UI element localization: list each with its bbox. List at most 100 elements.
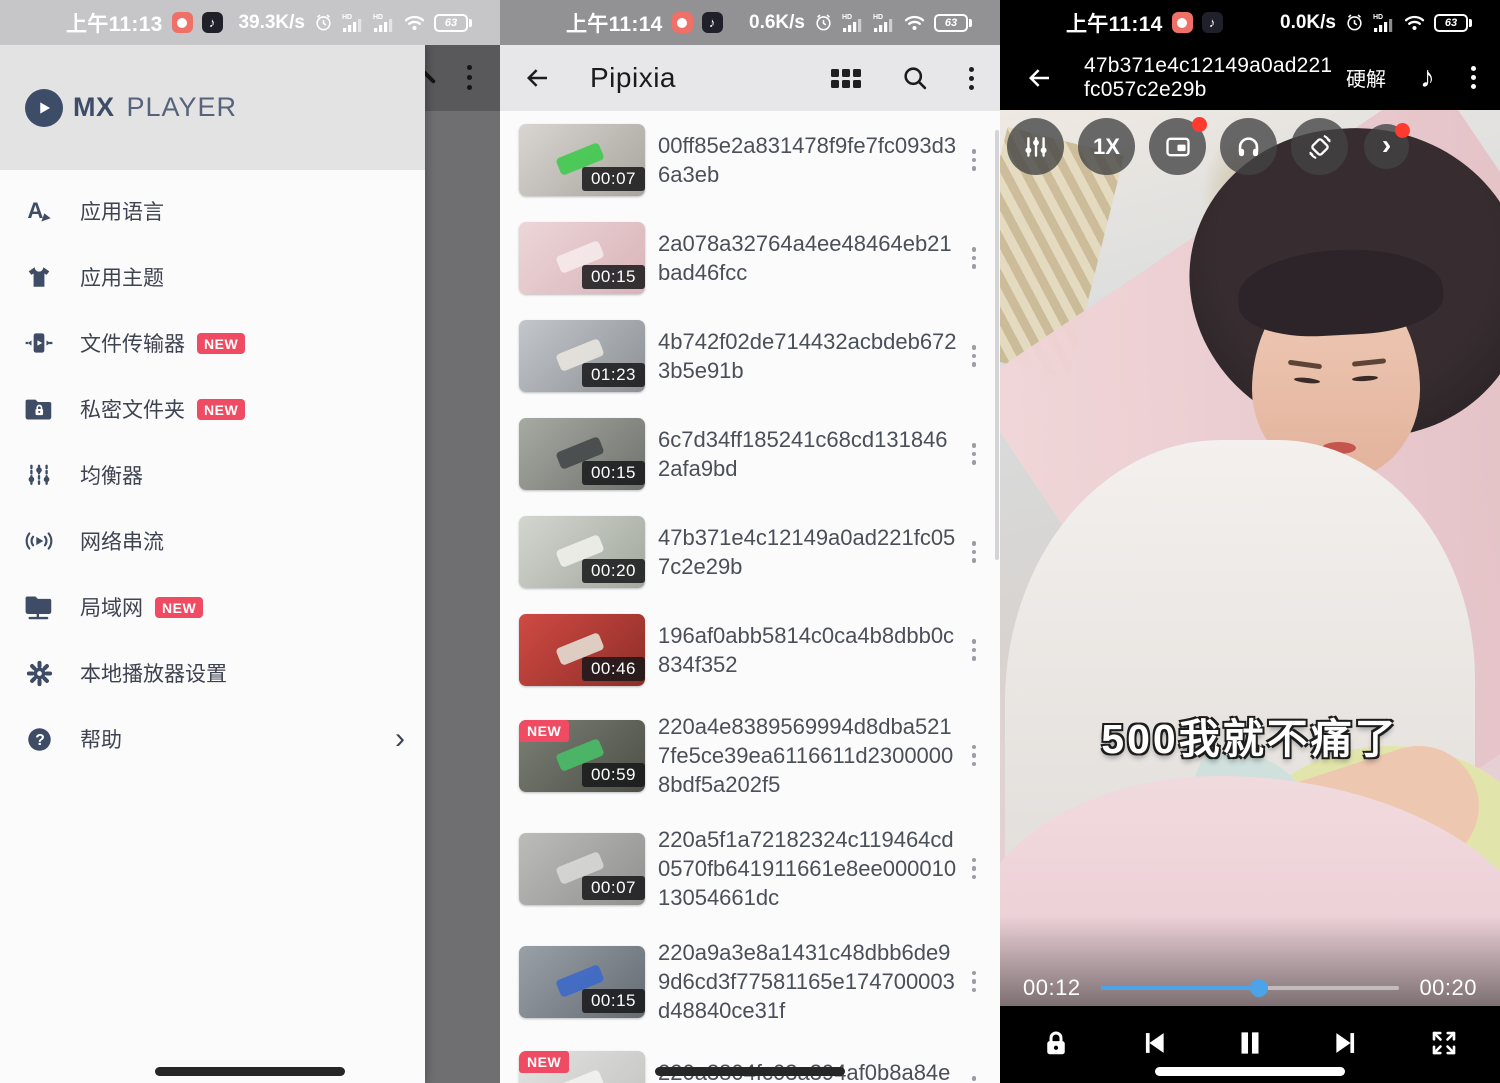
- drawer-item[interactable]: 网络串流: [0, 508, 425, 574]
- overflow-menu-icon: [467, 65, 472, 90]
- list-item[interactable]: 00:46 196af0abb5814c0ca4b8dbb0c834f352: [500, 601, 1000, 699]
- lock-icon[interactable]: [1034, 1021, 1078, 1065]
- list-item[interactable]: 00:15 2a078a32764a4ee48464eb21bad46fcc: [500, 209, 1000, 307]
- list-item[interactable]: 01:23 4b742f02de714432acbdeb6723b5e91b: [500, 307, 1000, 405]
- drawer-item[interactable]: 均衡器: [0, 442, 425, 508]
- overflow-menu-icon[interactable]: [966, 1070, 983, 1083]
- back-arrow-icon[interactable]: [522, 63, 552, 93]
- seek-bar-thumb[interactable]: [1250, 979, 1268, 997]
- headphones-icon[interactable]: [1220, 118, 1277, 175]
- video-name: 4b742f02de714432acbdeb6723b5e91b: [658, 327, 958, 385]
- overflow-menu-icon[interactable]: [966, 739, 983, 773]
- list-item[interactable]: 00:15 6c7d34ff185241c68cd1318462afa9bd: [500, 405, 1000, 503]
- playback-speed-button[interactable]: 1X: [1078, 118, 1135, 175]
- logo-player-text: PLAYER: [127, 92, 238, 123]
- video-thumbnail[interactable]: 00:07: [519, 124, 645, 196]
- list-item[interactable]: 00:07 220a5f1a72182324c119464cd0570fb641…: [500, 812, 1000, 925]
- expand-chevron-icon[interactable]: ›: [1364, 124, 1409, 169]
- video-thumbnail[interactable]: 01:23: [519, 320, 645, 392]
- drawer-item[interactable]: ?帮助›: [0, 706, 425, 772]
- skip-next-icon[interactable]: [1325, 1021, 1369, 1065]
- svg-text:HD: HD: [873, 14, 883, 21]
- list-item[interactable]: 00:15 220a9a3e8a1431c48dbb6de99d6cd3f775…: [500, 925, 1000, 1038]
- drawer-item-label: 应用主题: [80, 262, 164, 292]
- overflow-menu-icon[interactable]: [966, 852, 983, 886]
- video-thumbnail[interactable]: NEW: [519, 1051, 645, 1083]
- video-thumbnail[interactable]: 00:15: [519, 418, 645, 490]
- equalizer-icon[interactable]: [1007, 118, 1064, 175]
- video-thumbnail[interactable]: 00:15: [519, 946, 645, 1018]
- home-indicator[interactable]: [1155, 1067, 1345, 1076]
- video-title: 47b371e4c12149a0ad221 fc057c2e29b: [1084, 54, 1334, 102]
- video-thumbnail[interactable]: 00:20: [519, 516, 645, 588]
- overflow-menu-icon[interactable]: [966, 535, 983, 569]
- chevron-right-icon: ›: [395, 724, 405, 754]
- grid-view-icon[interactable]: [831, 69, 861, 88]
- svg-text:HD: HD: [342, 14, 352, 21]
- music-note-icon[interactable]: ♪: [1420, 61, 1435, 95]
- drawer-item[interactable]: A应用语言: [0, 178, 425, 244]
- video-name: 2a078a32764a4ee48464eb21bad46fcc: [658, 229, 958, 287]
- drawer-item[interactable]: 私密文件夹NEW: [0, 376, 425, 442]
- list-item[interactable]: NEW 220a3804fc03a394af0b8a84e2: [500, 1038, 1000, 1083]
- overflow-menu-icon[interactable]: [966, 633, 983, 667]
- current-time: 00:12: [1023, 975, 1081, 1001]
- player-toolbar: 47b371e4c12149a0ad221 fc057c2e29b 硬解 ♪: [1000, 45, 1500, 110]
- alarm-icon: [1345, 13, 1364, 32]
- overflow-menu-icon[interactable]: [966, 965, 983, 999]
- drawer-item-label: 私密文件夹: [80, 394, 185, 424]
- drawer-item[interactable]: 局域网NEW: [0, 574, 425, 640]
- overflow-menu-icon[interactable]: [966, 437, 983, 471]
- status-bar: 上午11:14 ♪ 0.6K/s HD HD 63: [500, 0, 1000, 45]
- video-thumbnail[interactable]: 00:07: [519, 833, 645, 905]
- dimmed-background[interactable]: [425, 45, 500, 1083]
- hd-signal-icon: HD: [873, 13, 895, 33]
- hd-signal-icon: HD: [342, 13, 364, 33]
- list-item[interactable]: NEW 00:59 220a4e8389569994d8dba5217fe5ce…: [500, 699, 1000, 812]
- status-bar: 上午11:14 ♪ 0.0K/s HD 63: [1000, 0, 1500, 45]
- overflow-menu-icon[interactable]: [969, 67, 974, 90]
- seek-bar[interactable]: [1101, 986, 1400, 990]
- seek-bar-fill: [1101, 986, 1259, 990]
- drawer-item[interactable]: 本地播放器设置: [0, 640, 425, 706]
- list-item[interactable]: 00:07 00ff85e2a831478f9fe7fc093d36a3eb: [500, 111, 1000, 209]
- svg-text:HD: HD: [1373, 14, 1383, 21]
- video-folder-screen: 上午11:14 ♪ 0.6K/s HD HD 63 Pipixia: [500, 0, 1000, 1083]
- search-icon[interactable]: [901, 64, 929, 92]
- fullscreen-icon[interactable]: [1422, 1021, 1466, 1065]
- overflow-menu-icon[interactable]: [966, 339, 983, 373]
- hd-signal-icon: HD: [1373, 13, 1395, 33]
- scrollbar[interactable]: [995, 130, 999, 560]
- screen-record-icon: [172, 12, 193, 33]
- duration-badge: 00:46: [582, 657, 645, 681]
- drawer-item[interactable]: 文件传输器NEW: [0, 310, 425, 376]
- alarm-icon: [814, 13, 833, 32]
- svg-text:?: ?: [35, 732, 45, 749]
- video-surface[interactable]: 1X › 500我就不痛了: [1000, 110, 1500, 1006]
- tiktok-icon: ♪: [1202, 12, 1223, 33]
- rotate-screen-icon[interactable]: [1291, 118, 1348, 175]
- video-name: 6c7d34ff185241c68cd1318462afa9bd: [658, 425, 958, 483]
- duration-badge: 00:07: [582, 876, 645, 900]
- overflow-menu-icon[interactable]: [966, 143, 983, 177]
- home-indicator[interactable]: [155, 1067, 345, 1076]
- pause-icon[interactable]: [1228, 1021, 1272, 1065]
- video-thumbnail[interactable]: 00:15: [519, 222, 645, 294]
- skip-previous-icon[interactable]: [1131, 1021, 1175, 1065]
- overflow-menu-icon[interactable]: [966, 241, 983, 275]
- logo-mx-text: MX: [73, 92, 115, 123]
- drawer-item[interactable]: 应用主题: [0, 244, 425, 310]
- overflow-menu-icon[interactable]: [1471, 66, 1476, 89]
- hw-decode-button[interactable]: 硬解: [1346, 63, 1386, 92]
- video-thumbnail[interactable]: 00:46: [519, 614, 645, 686]
- play-logo-icon: [25, 89, 63, 127]
- home-indicator[interactable]: [655, 1067, 845, 1076]
- clock: 上午11:13: [66, 8, 163, 38]
- svg-text:HD: HD: [373, 14, 383, 21]
- pip-icon[interactable]: [1149, 118, 1206, 175]
- list-item[interactable]: 00:20 47b371e4c12149a0ad221fc057c2e29b: [500, 503, 1000, 601]
- video-thumbnail[interactable]: NEW 00:59: [519, 720, 645, 792]
- back-arrow-icon[interactable]: [1024, 63, 1054, 93]
- battery-icon: 63: [934, 14, 972, 32]
- language-icon: A: [24, 196, 54, 226]
